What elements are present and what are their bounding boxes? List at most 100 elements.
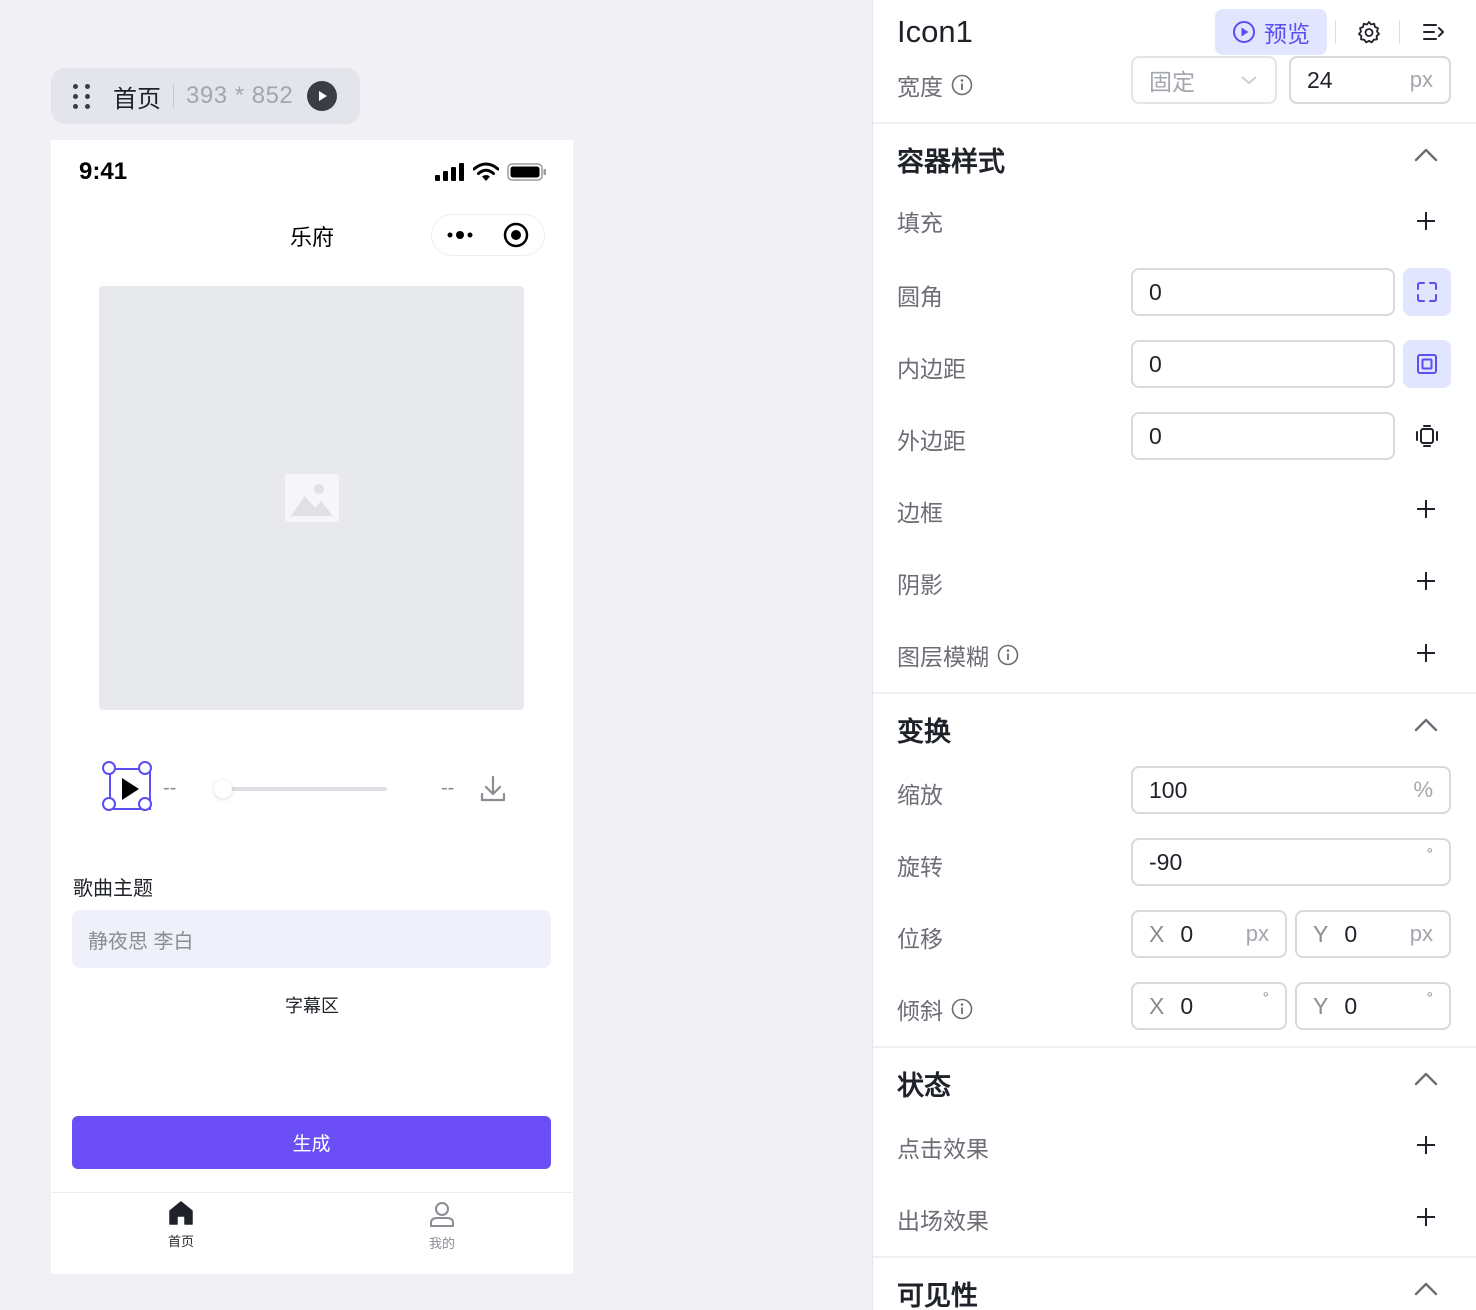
- container-style-header[interactable]: 容器样式: [873, 124, 1476, 190]
- user-icon: [430, 1202, 454, 1227]
- audio-player: -- --: [51, 761, 573, 815]
- add-border-icon[interactable]: [1413, 496, 1439, 522]
- corner-radius-toggle[interactable]: [1403, 268, 1451, 316]
- transform-header[interactable]: 变换: [873, 694, 1476, 760]
- margin-toggle[interactable]: [1403, 412, 1451, 460]
- margin-icon: [1416, 425, 1438, 447]
- padding-toggle[interactable]: [1403, 340, 1451, 388]
- song-theme-input[interactable]: 静夜思 李白: [72, 910, 551, 968]
- width-value: 24: [1307, 66, 1333, 93]
- scale-input[interactable]: 100 %: [1131, 766, 1451, 814]
- chevron-up-icon[interactable]: [1413, 1070, 1439, 1088]
- battery-icon: [507, 163, 546, 181]
- collapse-panel-icon[interactable]: [1421, 20, 1447, 49]
- rotate-label: 旋转: [897, 854, 943, 880]
- skew-x-input[interactable]: X 0 °: [1131, 982, 1287, 1030]
- rotate-value: -90: [1149, 848, 1183, 875]
- padding-row: 内边距 0: [873, 328, 1476, 400]
- radius-label: 圆角: [897, 284, 943, 310]
- preview-button[interactable]: 预览: [1215, 9, 1327, 55]
- progress-slider-knob[interactable]: [214, 780, 232, 798]
- add-layer-blur-icon[interactable]: [1413, 640, 1439, 666]
- info-icon[interactable]: [997, 644, 1019, 666]
- resize-handle-top-left[interactable]: [102, 761, 116, 775]
- frame-name: 首页: [113, 85, 161, 113]
- width-row: 宽度 固定 24 px: [873, 56, 1476, 130]
- translate-y-value: 0: [1344, 920, 1358, 947]
- toolbar-divider: [1399, 20, 1400, 44]
- skew-y-input[interactable]: Y 0 °: [1295, 982, 1451, 1030]
- skew-row: 倾斜 X 0 ° Y 0 °: [873, 970, 1476, 1042]
- translate-y-input[interactable]: Y 0 px: [1295, 910, 1451, 958]
- radius-row: 圆角 0: [873, 256, 1476, 328]
- chevron-up-icon[interactable]: [1413, 1280, 1439, 1298]
- enter-effect-row: 出场效果: [873, 1180, 1476, 1252]
- rotate-input[interactable]: -90 °: [1131, 838, 1451, 886]
- toolbar-divider: [1335, 20, 1336, 44]
- scale-label: 缩放: [897, 782, 943, 808]
- border-row: 边框: [873, 472, 1476, 544]
- add-shadow-icon[interactable]: [1413, 568, 1439, 594]
- gear-icon[interactable]: [1357, 20, 1381, 49]
- tab-home-label: 首页: [167, 1234, 194, 1249]
- component-title: Icon1: [897, 14, 973, 49]
- properties-panel: Icon1 预览 宽度 固定 24 px 容器样式 填充 圆角 0 内边距 0 …: [872, 0, 1476, 1310]
- frame-play-icon[interactable]: [307, 81, 338, 111]
- wifi-icon: [473, 162, 499, 181]
- border-label: 边框: [897, 500, 943, 526]
- tab-home[interactable]: 首页: [141, 1201, 221, 1250]
- visibility-header[interactable]: 可见性: [873, 1258, 1476, 1310]
- margin-label: 外边距: [897, 428, 966, 454]
- generate-button[interactable]: 生成: [72, 1116, 551, 1169]
- transform-title: 变换: [897, 717, 951, 747]
- resize-handle-top-right[interactable]: [138, 761, 152, 775]
- translate-y-axis: Y: [1313, 920, 1329, 947]
- image-placeholder-icon: [284, 474, 339, 522]
- more-dots-icon[interactable]: [432, 215, 488, 255]
- visibility-title: 可见性: [897, 1281, 978, 1310]
- margin-input[interactable]: 0: [1131, 412, 1395, 460]
- progress-slider[interactable]: [221, 787, 387, 791]
- info-icon[interactable]: [951, 74, 973, 96]
- translate-x-unit: px: [1245, 921, 1269, 946]
- preview-label: 预览: [1264, 21, 1310, 47]
- close-target-icon[interactable]: [488, 215, 544, 255]
- translate-x-input[interactable]: X 0 px: [1131, 910, 1287, 958]
- width-label-text: 宽度: [897, 74, 943, 100]
- chevron-up-icon[interactable]: [1413, 716, 1439, 734]
- width-value-input[interactable]: 24 px: [1289, 56, 1451, 104]
- layer-blur-label: 图层模糊: [897, 638, 1019, 672]
- width-mode-select[interactable]: 固定: [1131, 56, 1277, 104]
- corner-radius-icon: [1417, 282, 1437, 302]
- add-fill-icon[interactable]: [1413, 208, 1439, 234]
- drag-handle-icon[interactable]: [73, 83, 91, 109]
- tab-mine-label: 我的: [428, 1236, 455, 1251]
- chevron-up-icon[interactable]: [1413, 146, 1439, 164]
- tab-mine[interactable]: 我的: [402, 1201, 482, 1252]
- play-icon[interactable]: [117, 775, 143, 803]
- fill-row: 填充: [873, 184, 1476, 256]
- skew-label: 倾斜: [897, 992, 973, 1026]
- tab-bar: 首页 我的: [51, 1192, 573, 1274]
- add-enter-effect-icon[interactable]: [1413, 1204, 1439, 1230]
- margin-value: 0: [1149, 422, 1162, 449]
- translate-label: 位移: [897, 926, 943, 952]
- frame-tag[interactable]: 首页 393 * 852: [51, 68, 360, 124]
- info-icon[interactable]: [951, 998, 973, 1020]
- scale-unit: %: [1413, 777, 1433, 802]
- resize-handle-bottom-left[interactable]: [102, 797, 116, 811]
- radius-input[interactable]: 0: [1131, 268, 1395, 316]
- layer-blur-label-text: 图层模糊: [897, 644, 989, 670]
- translate-y-unit: px: [1409, 921, 1433, 946]
- radius-value: 0: [1149, 278, 1162, 305]
- play-circle-icon: [1233, 21, 1255, 43]
- subtitle-area: 字幕区: [285, 996, 339, 1016]
- skew-x-value: 0: [1180, 992, 1194, 1019]
- add-click-effect-icon[interactable]: [1413, 1132, 1439, 1158]
- download-icon[interactable]: [479, 774, 507, 804]
- state-header[interactable]: 状态: [873, 1048, 1476, 1114]
- miniprogram-capsule: [431, 214, 545, 256]
- skew-y-unit: °: [1426, 990, 1433, 1007]
- translate-x-axis: X: [1149, 920, 1165, 947]
- padding-input[interactable]: 0: [1131, 340, 1395, 388]
